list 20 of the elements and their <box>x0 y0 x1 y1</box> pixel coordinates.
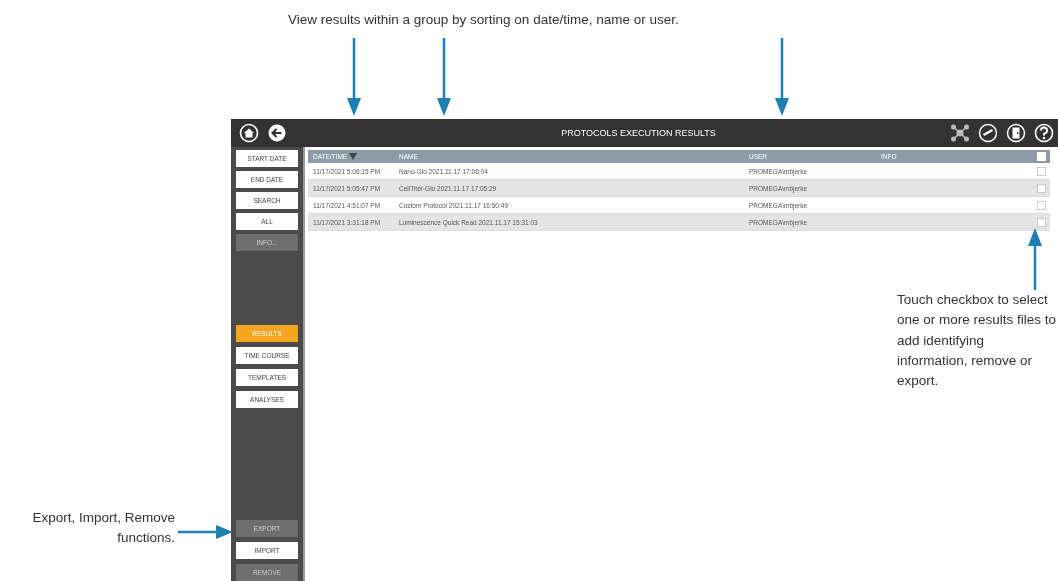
checkbox[interactable] <box>1037 217 1046 227</box>
right-arrow-icon <box>178 525 233 539</box>
annotation-text: Touch checkbox to select one or more results files to add identifying information, remove or export. <box>897 291 1057 390</box>
sort-arrow-icon[interactable] <box>349 153 358 160</box>
door-icon[interactable] <box>1006 123 1026 143</box>
window-title: PROTOCOLS EXECUTION RESULTS <box>560 128 717 138</box>
instrument-icon[interactable] <box>978 123 998 143</box>
network-icon[interactable] <box>950 123 970 143</box>
down-arrow-icon <box>437 38 451 116</box>
checkbox[interactable] <box>1037 166 1046 176</box>
help-icon[interactable] <box>1034 123 1054 143</box>
checkbox[interactable] <box>1037 183 1046 193</box>
home-icon[interactable] <box>239 123 259 143</box>
up-arrow-icon <box>1028 228 1042 290</box>
checkbox[interactable] <box>1037 200 1046 210</box>
annotation-text: Export, Import, Remove functions. <box>31 509 175 548</box>
down-arrow-icon <box>775 38 789 116</box>
down-arrow-icon <box>347 38 361 116</box>
annotation-text: View results within a group by sorting on date/time, name or user. <box>288 12 679 27</box>
back-icon[interactable] <box>267 123 287 143</box>
